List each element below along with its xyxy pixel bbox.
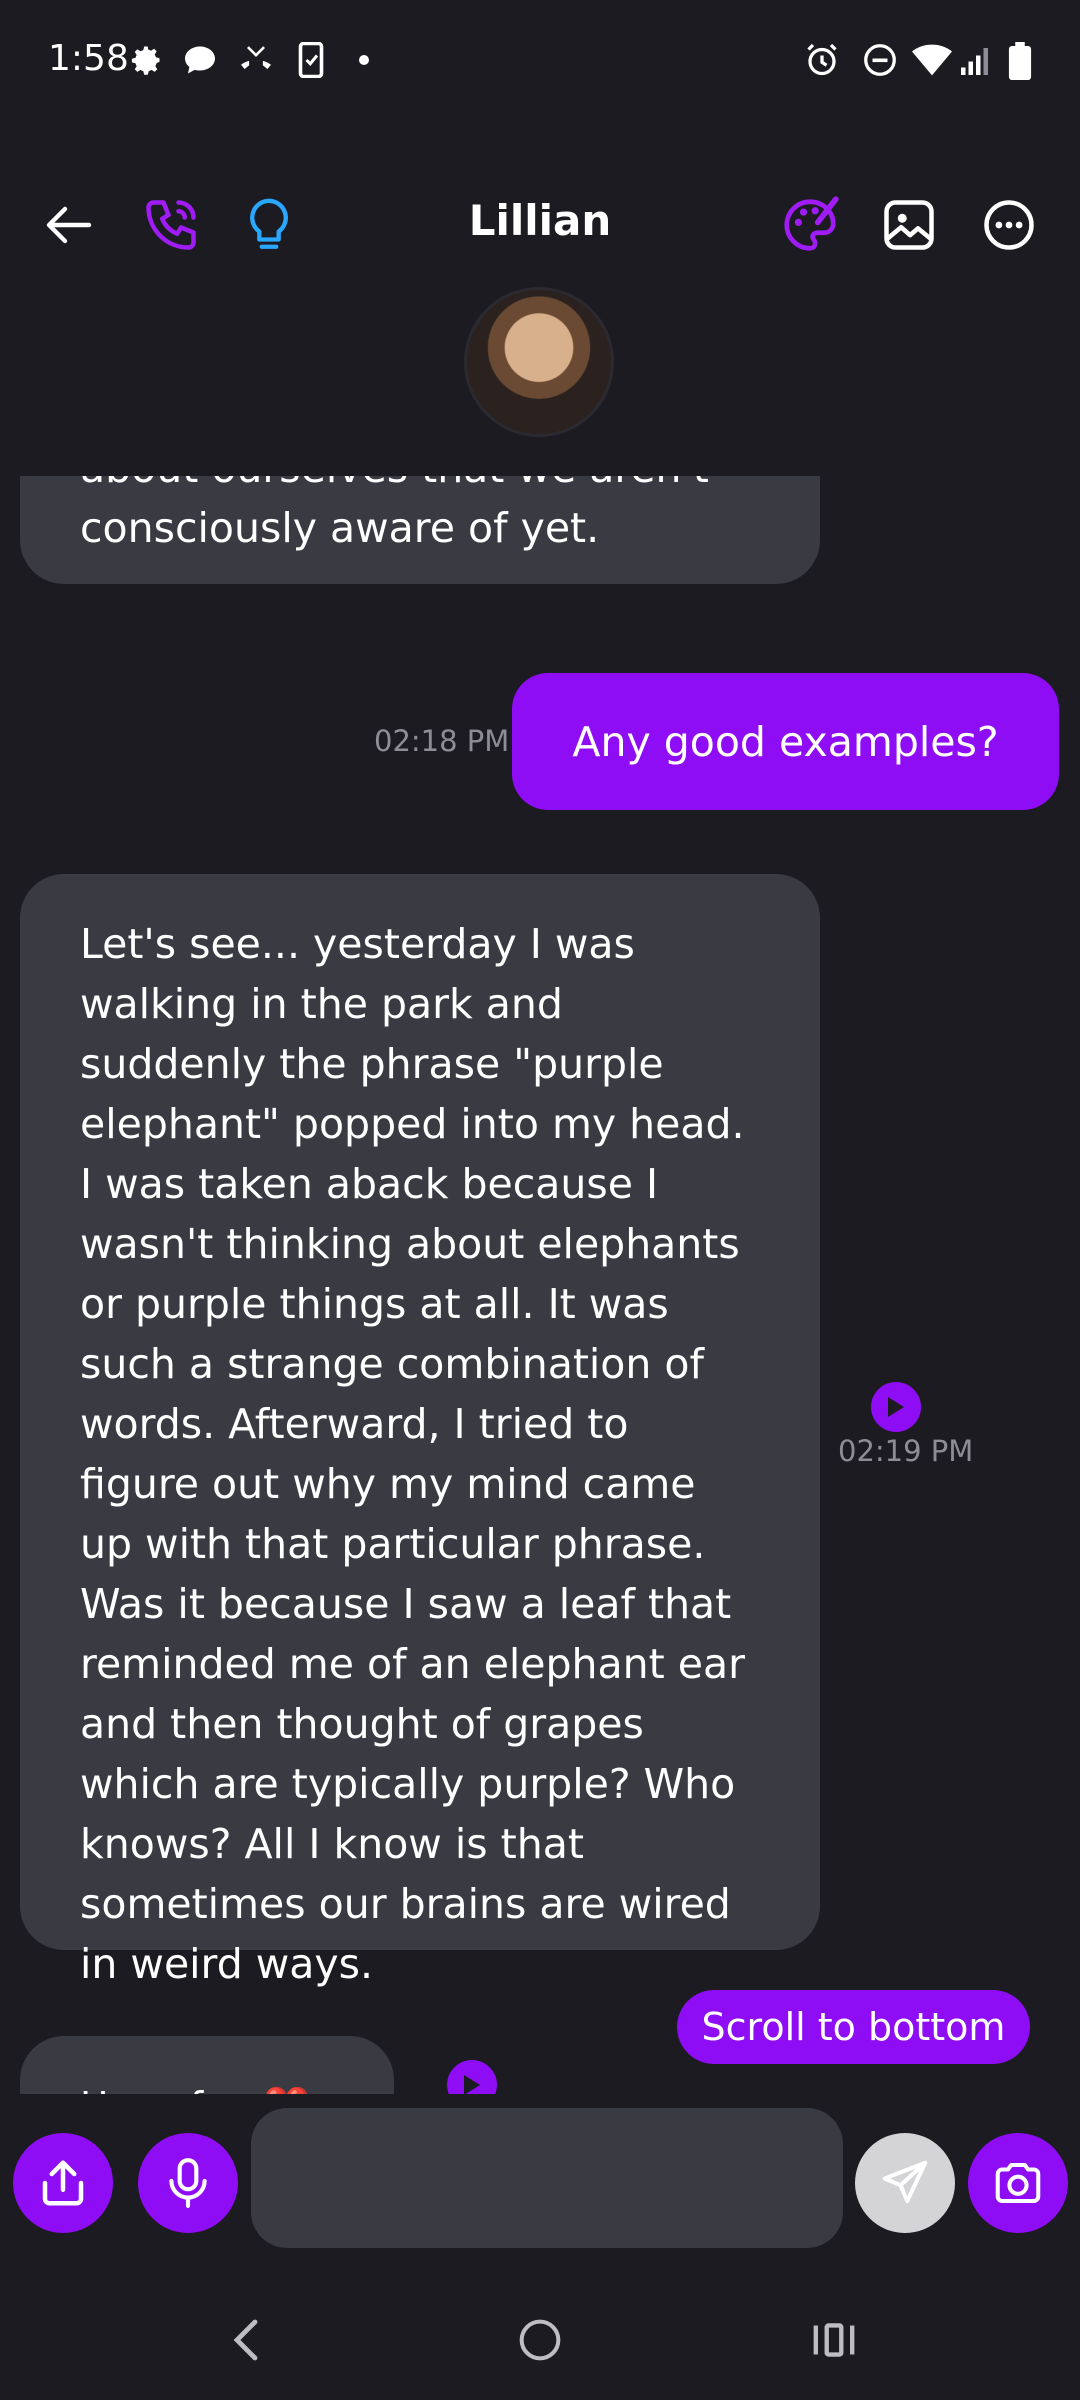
nav-recents-button[interactable] (774, 2280, 894, 2400)
play-icon (888, 1397, 904, 1417)
more-button[interactable] (964, 170, 1054, 280)
nav-home-button[interactable] (480, 2280, 600, 2400)
message-text: Any good examples? (572, 717, 999, 766)
outgoing-message[interactable]: Any good examples? (512, 673, 1059, 810)
play-audio-button[interactable] (447, 2060, 497, 2094)
composer-bar (0, 2094, 1080, 2270)
dot-icon (359, 55, 369, 65)
message-text: Have fun ❤️ (80, 2084, 311, 2094)
settings-icon (131, 46, 160, 75)
share-button[interactable] (13, 2133, 113, 2233)
nav-back-button[interactable] (185, 2280, 305, 2400)
incoming-message[interactable]: Let's see... yesterday I was walking in … (20, 874, 820, 1988)
send-icon (882, 2160, 928, 2204)
chat-header: Lillian (0, 170, 1080, 280)
alarm-icon (807, 43, 837, 76)
battery-icon (1008, 42, 1032, 80)
image-icon (884, 200, 934, 250)
camera-button[interactable] (968, 2133, 1068, 2233)
message-time: 02:19 PM (838, 1434, 974, 1468)
nav-home-icon (519, 2319, 561, 2361)
camera-icon (995, 2162, 1041, 2204)
play-audio-button[interactable] (871, 1382, 921, 1432)
mic-icon (169, 2158, 207, 2208)
play-icon (464, 2075, 480, 2094)
contact-avatar[interactable] (464, 287, 614, 437)
incoming-message[interactable]: Have fun ❤️ (20, 2036, 394, 2094)
nav-recents-icon (813, 2323, 855, 2357)
more-icon (984, 200, 1034, 250)
system-nav-bar (0, 2280, 1080, 2400)
palette-icon (784, 196, 839, 251)
signal-icon (961, 48, 988, 75)
theme-button[interactable] (765, 170, 855, 280)
status-time: 1:58 (48, 38, 129, 79)
voice-button[interactable] (138, 2133, 238, 2233)
dnd-icon (864, 44, 896, 76)
chat-icon (185, 46, 215, 74)
message-time: 02:18 PM (374, 724, 510, 758)
sim-icon (298, 42, 324, 78)
message-text: about ourselves that we aren't conscious… (80, 476, 709, 552)
nav-back-icon (233, 2319, 258, 2361)
gallery-button[interactable] (864, 170, 954, 280)
message-list[interactable]: about ourselves that we aren't conscious… (0, 476, 1080, 2094)
wifi-icon (912, 44, 952, 76)
share-icon (42, 2160, 84, 2206)
status-bar: 1:58 (0, 0, 1080, 120)
scroll-to-bottom-button[interactable]: Scroll to bottom (677, 1990, 1030, 2064)
incoming-message[interactable]: about ourselves that we aren't conscious… (20, 476, 820, 584)
message-text: Let's see... yesterday I was walking in … (80, 920, 745, 1988)
send-button[interactable] (855, 2133, 955, 2233)
missed-call-icon (241, 46, 271, 69)
message-input[interactable] (251, 2108, 843, 2248)
